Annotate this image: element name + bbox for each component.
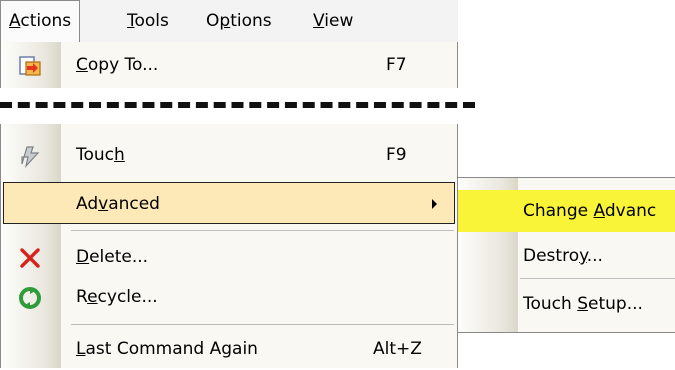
menu-options[interactable]: Options <box>198 0 280 42</box>
recycle-icon <box>18 286 42 310</box>
menu-tools[interactable]: Tools <box>119 0 177 42</box>
submenu-item-label: Destroy... <box>523 246 603 266</box>
torn-dash-line <box>0 102 475 108</box>
menu-item-last-command-again[interactable]: Last Command Again Alt+Z <box>1 328 458 370</box>
menu-options-key: p <box>219 11 231 31</box>
menu-view[interactable]: View <box>305 0 361 42</box>
advanced-submenu: Change Advanc Destroy... Touch Setup... <box>457 177 675 333</box>
menu-view-key: V <box>313 11 325 31</box>
menu-item-label: Copy To... <box>76 55 159 75</box>
menu-item-advanced[interactable]: Advanced <box>3 182 455 224</box>
copy-to-icon <box>18 54 42 78</box>
touch-icon <box>18 144 42 168</box>
torn-edge <box>0 88 675 124</box>
shortcut-text: Alt+Z <box>373 339 422 359</box>
submenu-item-change-advanced[interactable]: Change Advanc <box>458 190 675 232</box>
submenu-item-label: Change Advanc <box>523 201 657 221</box>
menu-actions-key: A <box>9 11 21 31</box>
menu-bar: Actions Tools Options View <box>0 0 458 43</box>
menu-item-copy-to[interactable]: Copy To... F7 <box>1 44 458 86</box>
menu-tools-key: T <box>127 11 135 31</box>
shortcut-text: F9 <box>386 145 407 165</box>
menu-item-label: Advanced <box>76 194 160 214</box>
actions-dropdown-lower: Touch F9 Advanced Delete... Recycle... L… <box>0 124 458 368</box>
menu-item-label: Last Command Again <box>76 339 258 359</box>
submenu-arrow-icon <box>432 199 437 209</box>
menu-item-label: Touch <box>76 145 125 165</box>
menu-item-label: Recycle... <box>76 287 158 307</box>
delete-icon <box>18 246 42 270</box>
menu-actions[interactable]: Actions <box>0 0 81 42</box>
submenu-item-touch-setup[interactable]: Touch Setup... <box>458 283 675 325</box>
shortcut-text: F7 <box>386 55 407 75</box>
submenu-item-label: Touch Setup... <box>523 294 643 314</box>
menu-item-delete[interactable]: Delete... <box>1 236 458 278</box>
submenu-item-destroy[interactable]: Destroy... <box>458 235 675 277</box>
menu-item-recycle[interactable]: Recycle... <box>1 276 458 318</box>
menu-separator <box>71 230 454 231</box>
submenu-separator <box>520 278 675 279</box>
menu-separator <box>71 324 454 325</box>
menu-item-touch[interactable]: Touch F9 <box>1 134 458 176</box>
menu-item-label: Delete... <box>76 247 149 267</box>
